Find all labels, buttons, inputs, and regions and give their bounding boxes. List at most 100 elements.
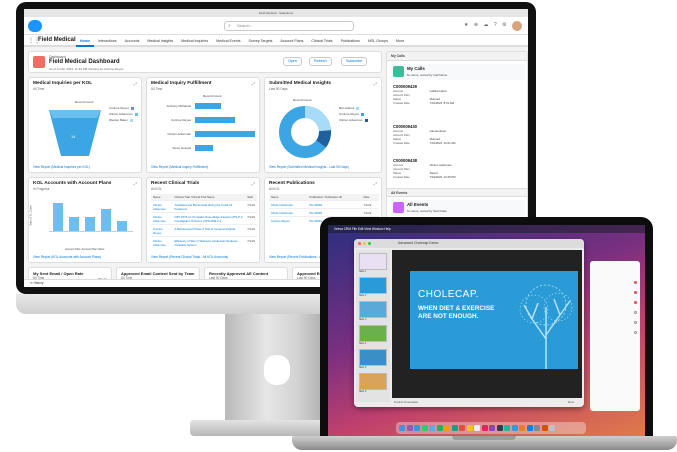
notes-icon[interactable]: [466, 425, 473, 431]
call-record[interactable]: C000009430 Account Account Plan Status C…: [393, 124, 523, 145]
done-button[interactable]: Done: [568, 399, 574, 407]
nav-tab-accounts[interactable]: Accounts: [121, 35, 144, 47]
table-cell[interactable]: A Randomized Phase 3 Trial of Compound A…: [172, 224, 246, 237]
table-cell[interactable]: PH-00003: [307, 208, 362, 217]
tv-icon[interactable]: [496, 425, 503, 431]
table-cell[interactable]: Clinton Ackerman: [269, 200, 308, 209]
table-cell[interactable]: Corinne Reyes: [269, 216, 308, 224]
settings-icon[interactable]: [534, 425, 540, 431]
field-label: Created Date: [393, 175, 410, 179]
calendar-icon[interactable]: [459, 425, 465, 431]
calls-list-subtitle: 8+ items, sorted by Call Name: [407, 73, 448, 77]
table-cell: 7/1/23: [245, 224, 257, 237]
veeva-app-icon[interactable]: [541, 425, 548, 431]
global-search-input[interactable]: ⌕ Search...: [224, 21, 354, 31]
nav-tab-medical-events[interactable]: Medical Events: [212, 35, 244, 47]
nav-tab-account-plans[interactable]: Account Plans: [276, 35, 307, 47]
subscribe-button[interactable]: Subscribe: [341, 57, 367, 66]
numbers-icon[interactable]: [504, 425, 510, 431]
table-cell[interactable]: Clinton Ackerman: [151, 200, 173, 213]
podcasts-icon[interactable]: [489, 425, 495, 431]
open-button[interactable]: Open: [283, 57, 302, 66]
status-dot: [634, 321, 637, 324]
nav-tab-publications[interactable]: Publications: [337, 35, 364, 47]
call-record[interactable]: C000009429 Account Account Plan Status C…: [393, 84, 523, 105]
launchpad-icon[interactable]: [406, 425, 413, 431]
slide-thumbnail[interactable]: [359, 349, 387, 366]
calls-list-title[interactable]: My Calls: [407, 66, 425, 71]
call-record[interactable]: C000009438 Account Account Plan Status C…: [393, 158, 523, 179]
tree-illustration-icon: [519, 284, 573, 369]
table-cell[interactable]: Clinton Ackerman: [151, 236, 173, 248]
table-cell[interactable]: PH-00002: [307, 200, 362, 209]
slide-thumbnail[interactable]: [359, 253, 387, 270]
messages-icon[interactable]: [421, 425, 428, 431]
refresh-button[interactable]: Refresh: [309, 57, 332, 66]
slide-thumbnail[interactable]: [359, 301, 387, 318]
nav-tab-msl-groups[interactable]: MSL Groups: [364, 35, 392, 47]
view-report-link[interactable]: View Report (Recent Clinical Trials - Al…: [151, 255, 228, 259]
keynote-icon[interactable]: [511, 425, 518, 431]
nav-tab-clinical-trials[interactable]: Clinical Trials: [307, 35, 336, 47]
mac-menu-bar[interactable]: Veeva CRM File Edit View Window Help: [328, 225, 645, 233]
nav-tab-survey-targets[interactable]: Survey Targets: [245, 35, 277, 47]
slide-thumbnail[interactable]: [359, 277, 387, 294]
table-row: Corinne Reyes A Randomized Phase 3 Trial…: [151, 224, 257, 237]
slide-thumbnail[interactable]: [359, 373, 387, 390]
trash-icon[interactable]: [549, 425, 555, 431]
widget-title: Medical Inquiry Fulfillment: [151, 81, 212, 86]
widget-menu-icon[interactable]: ⤢: [374, 81, 377, 86]
widget-menu-icon[interactable]: ⤢: [374, 181, 377, 186]
legend-item: Clinton Ackerman: [109, 112, 133, 116]
window-zoom-icon[interactable]: [368, 242, 371, 245]
avatar[interactable]: [512, 21, 522, 31]
dashboard-icon: [33, 56, 45, 68]
bar: [195, 145, 213, 151]
photos-icon[interactable]: [444, 425, 450, 431]
widget-subtitle: All Time: [151, 87, 163, 91]
view-report-link[interactable]: View Report (Medical Inquiry Fulfillment…: [151, 165, 208, 169]
table-cell: 7/1/23: [361, 208, 379, 217]
view-report-link[interactable]: View Report (KOL Accounts with Account P…: [33, 255, 101, 259]
table-cell[interactable]: CBT-2076-11: Ponatatin Dose-Ridge Reacti…: [172, 212, 246, 225]
widget-menu-icon[interactable]: ⤢: [134, 81, 137, 86]
table-cell[interactable]: Clinton Ackerman: [269, 208, 308, 217]
donut-chart: [279, 106, 331, 158]
nav-tab-interactions[interactable]: Interactions: [94, 35, 121, 47]
finder-icon[interactable]: [399, 425, 405, 431]
widget-menu-icon[interactable]: ⤢: [134, 181, 137, 186]
nav-tab-medical-insights[interactable]: Medical Insights: [143, 35, 177, 47]
widget-menu-icon[interactable]: ⤢: [252, 81, 255, 86]
nav-tab-home[interactable]: Home: [76, 35, 94, 47]
table-cell[interactable]: Corinne Reyes: [151, 224, 173, 237]
salesforce-logo-icon[interactable]: [28, 20, 42, 32]
window-minimize-icon[interactable]: [363, 242, 366, 245]
table-cell[interactable]: Efficiency of Skin in Wellness Cardiovas…: [172, 236, 246, 248]
nav-tab-more[interactable]: More: [392, 35, 408, 47]
pages-icon[interactable]: [519, 425, 525, 431]
nav-tab-medical-inquiries[interactable]: Medical Inquiries: [177, 35, 212, 47]
current-slide[interactable]: CHOLECAP. WHEN DIET & EXERCISE ARE NOT E…: [410, 271, 578, 369]
window-close-icon[interactable]: [358, 242, 361, 245]
widget-menu-icon[interactable]: ⤢: [252, 181, 255, 186]
global-header: ⌕ Search... ★ ⊕ ☁ ? ⚙ 🔔: [24, 17, 528, 35]
slide-thumbnail[interactable]: [359, 325, 387, 342]
table-cell[interactable]: Joubiletra and Bioremodal during the Cov…: [172, 200, 246, 213]
slide-tagline-line: WHEN DIET & EXERCISE: [418, 305, 495, 312]
reminders-icon[interactable]: [474, 425, 480, 431]
view-report-link[interactable]: View Report (Medical Inquiries per KOL): [33, 165, 90, 169]
safari-icon[interactable]: [414, 425, 420, 431]
facetime-icon[interactable]: [451, 425, 458, 431]
widget-title: Submitted Medical Insights: [269, 81, 332, 86]
app-store-icon[interactable]: [526, 425, 533, 431]
field-label: Created Date: [393, 141, 410, 145]
table-cell[interactable]: Clinton Ackerman: [151, 212, 173, 225]
calls-icon: [393, 66, 404, 77]
app-nav-bar: ⋮⋮ Field Medical Home Interactions Accou…: [24, 35, 528, 47]
events-list-title[interactable]: All Events: [407, 202, 428, 207]
status-dot: [634, 311, 637, 314]
view-report-link[interactable]: View Report (Submitted Medical Insights …: [269, 165, 349, 169]
mail-icon[interactable]: [429, 425, 435, 431]
music-icon[interactable]: [481, 425, 488, 431]
maps-icon[interactable]: [436, 425, 443, 431]
